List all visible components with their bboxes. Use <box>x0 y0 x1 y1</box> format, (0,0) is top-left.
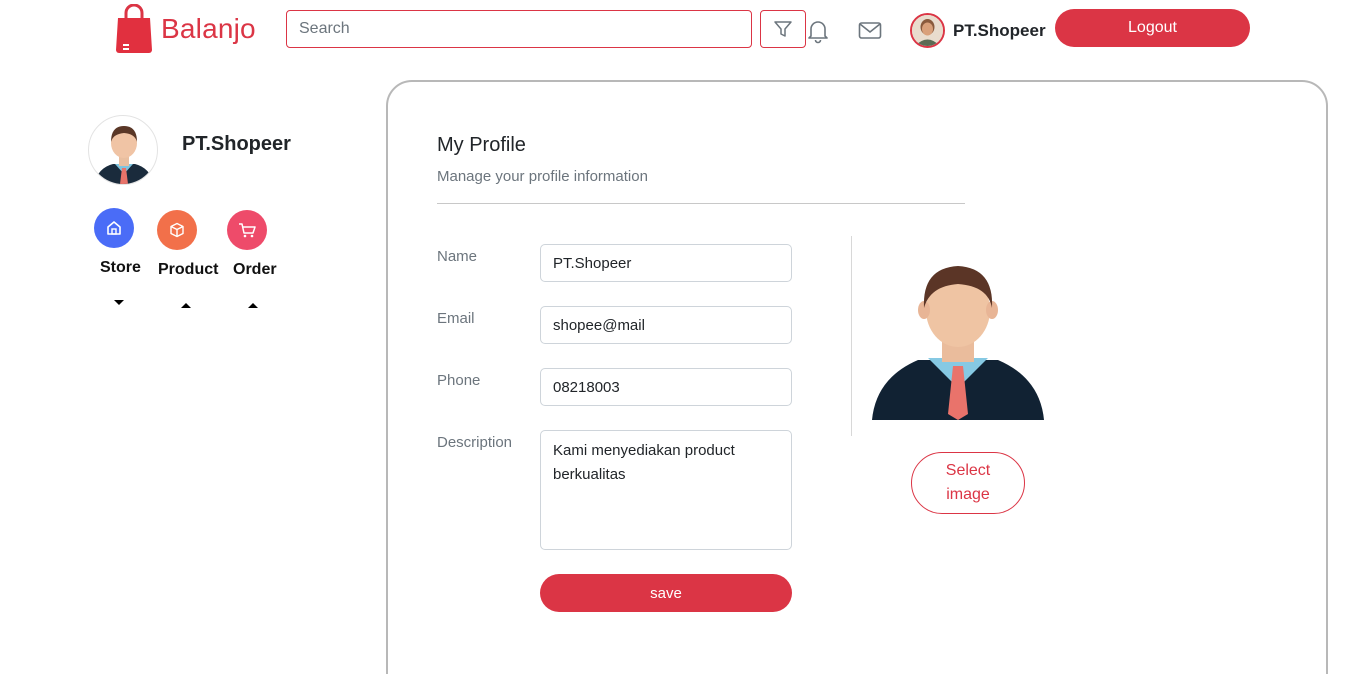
phone-field[interactable] <box>540 368 792 406</box>
store-icon <box>107 221 121 235</box>
description-label: Description <box>437 434 513 451</box>
user-avatar <box>910 13 945 48</box>
email-label: Email <box>437 310 475 327</box>
sidebar-avatar <box>88 115 158 185</box>
sidebar-item-store-label[interactable]: Store <box>100 259 141 277</box>
person-photo-icon <box>912 15 943 46</box>
caret-down-icon[interactable] <box>114 300 124 305</box>
caret-up-icon[interactable] <box>248 303 258 308</box>
save-button[interactable]: save <box>540 574 792 612</box>
select-image-button[interactable]: Select image <box>911 452 1025 514</box>
page-title: My Profile <box>437 134 526 156</box>
vertical-divider <box>851 236 852 436</box>
sidebar-item-product-label[interactable]: Product <box>158 261 218 279</box>
sidebar-item-store[interactable] <box>94 208 134 248</box>
cart-icon <box>239 223 256 238</box>
description-field[interactable]: Kami menyediakan product berkualitas <box>540 430 792 550</box>
name-label: Name <box>437 248 478 265</box>
user-menu[interactable]: PT.Shopeer <box>910 13 1046 48</box>
search-input[interactable] <box>286 10 752 48</box>
brand-name: Balanjo <box>161 13 256 44</box>
shopping-bag-icon <box>116 4 152 53</box>
brand-logo[interactable]: Balanjo <box>115 4 256 54</box>
sidebar-item-order-label[interactable]: Order <box>233 261 277 279</box>
sidebar-item-product[interactable] <box>157 210 197 250</box>
box-icon <box>170 222 184 238</box>
filter-icon <box>774 21 792 37</box>
profile-card: My Profile Manage your profile informati… <box>386 80 1328 674</box>
sidebar-item-order[interactable] <box>227 210 267 250</box>
profile-image <box>858 238 1058 420</box>
page-subtitle: Manage your profile information <box>437 168 648 185</box>
name-field[interactable] <box>540 244 792 282</box>
mail-icon[interactable] <box>858 21 882 41</box>
sidebar-profile-name: PT.Shopeer <box>182 133 291 155</box>
filter-button[interactable] <box>760 10 806 48</box>
divider <box>437 203 965 204</box>
email-field[interactable] <box>540 306 792 344</box>
bell-icon[interactable] <box>806 18 830 44</box>
user-name: PT.Shopeer <box>953 20 1046 40</box>
logout-button[interactable]: Logout <box>1055 9 1250 47</box>
phone-label: Phone <box>437 372 481 389</box>
caret-up-icon[interactable] <box>181 303 191 308</box>
person-avatar-icon <box>872 266 1044 420</box>
person-avatar-icon <box>94 126 154 184</box>
